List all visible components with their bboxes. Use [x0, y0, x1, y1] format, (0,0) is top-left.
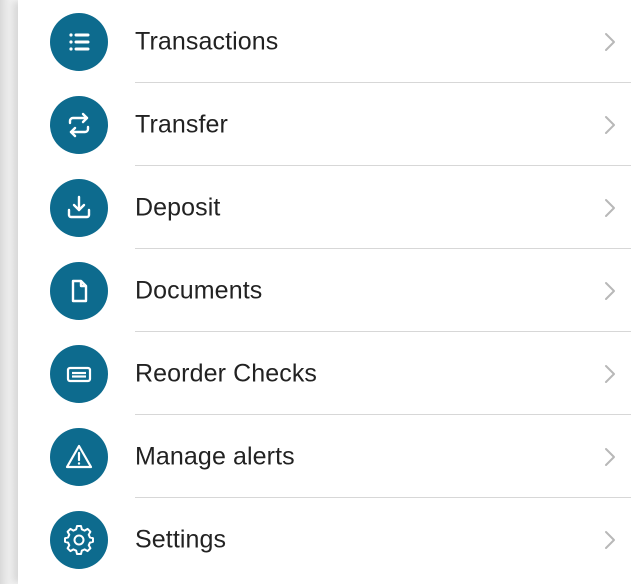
menu-panel: Transactions Transfer Deposit Documents … [18, 0, 631, 584]
chevron-right-icon [605, 198, 615, 217]
chevron-right-icon [605, 530, 615, 549]
menu-item-label: Documents [135, 276, 263, 304]
menu-item-label: Transfer [135, 110, 228, 138]
gear-icon [50, 510, 108, 569]
menu-item-label: Reorder Checks [135, 359, 318, 387]
chevron-right-icon [605, 364, 615, 383]
chevron-right-icon [605, 115, 615, 134]
menu-item-label: Settings [135, 525, 227, 553]
menu-item-documents[interactable]: Documents [18, 249, 631, 332]
download-tray-icon [50, 178, 108, 237]
menu-item-label: Transactions [135, 27, 279, 55]
menu-item-label: Manage alerts [135, 442, 295, 470]
menu-item-deposit[interactable]: Deposit [18, 166, 631, 249]
menu-item-manage-alerts[interactable]: Manage alerts [18, 415, 631, 498]
screen-frame: Transactions Transfer Deposit Documents … [0, 0, 631, 584]
menu-item-label: Deposit [135, 193, 221, 221]
chevron-right-icon [605, 281, 615, 300]
menu-item-settings[interactable]: Settings [18, 498, 631, 581]
menu-item-transfer[interactable]: Transfer [18, 83, 631, 166]
chevron-right-icon [605, 447, 615, 466]
transfer-arrows-icon [50, 95, 108, 154]
list-icon [50, 12, 108, 71]
document-icon [50, 261, 108, 320]
menu-item-reorder-checks[interactable]: Reorder Checks [18, 332, 631, 415]
chevron-right-icon [605, 32, 615, 51]
check-card-icon [50, 344, 108, 403]
menu-item-transactions[interactable]: Transactions [18, 0, 631, 83]
warning-triangle-icon [50, 427, 108, 486]
